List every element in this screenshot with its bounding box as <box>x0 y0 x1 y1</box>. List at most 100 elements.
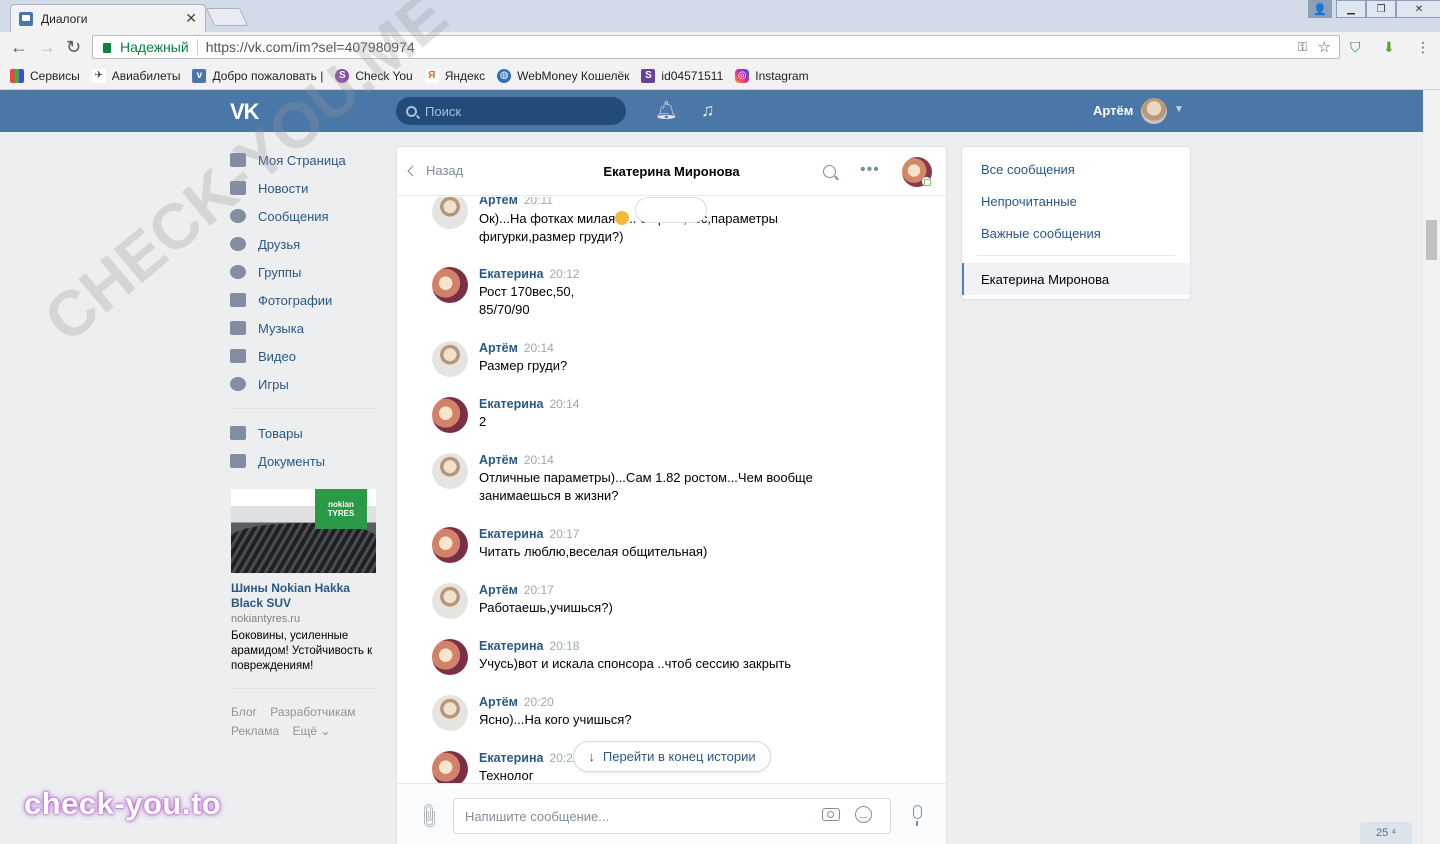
page-scrollbar[interactable] <box>1423 90 1440 844</box>
new-tab-button[interactable] <box>205 8 249 26</box>
message-avatar[interactable] <box>432 197 468 229</box>
sidebar-item-video[interactable]: Видео <box>230 342 376 370</box>
search-box[interactable] <box>396 97 626 125</box>
message-avatar[interactable] <box>432 639 468 675</box>
home-icon <box>230 153 246 167</box>
sidebar-item-news[interactable]: Новости <box>230 174 376 202</box>
close-window-button[interactable]: ✕ <box>1396 0 1440 18</box>
bookmark-instagram[interactable]: ◎ Instagram <box>735 68 809 83</box>
search-icon[interactable] <box>823 165 836 178</box>
message-author[interactable]: Екатерина <box>479 751 543 765</box>
message-author[interactable]: Екатерина <box>479 527 543 541</box>
bookmark-yandex[interactable]: Я Яндекс <box>424 68 485 83</box>
sidebar-item-photos[interactable]: Фотографии <box>230 286 376 314</box>
microphone-icon[interactable] <box>913 805 922 826</box>
message-avatar[interactable] <box>432 695 468 731</box>
forward-arrow-icon[interactable]: → <box>38 38 56 56</box>
minimize-button[interactable]: ▁ <box>1336 0 1366 18</box>
message-avatar[interactable] <box>432 267 468 303</box>
sidebar-ad[interactable]: nokian TYRES Шины Nokian Hakka Black SUV… <box>231 489 376 674</box>
bookmark-id[interactable]: S id04571511 <box>641 68 723 83</box>
more-dots-icon[interactable]: ••• <box>860 161 880 179</box>
camera-icon <box>230 293 246 307</box>
message-avatar[interactable] <box>432 527 468 563</box>
vk-messages-favicon-icon <box>19 11 33 26</box>
bookmark-services[interactable]: Сервисы <box>10 68 80 83</box>
browser-profile-icon[interactable]: 👤 <box>1308 0 1332 18</box>
sidebar-item-documents[interactable]: Документы <box>230 447 376 475</box>
footer-link-more[interactable]: Ещё ⌄ <box>292 724 330 738</box>
header-user-name[interactable]: Артём <box>1093 103 1133 118</box>
back-arrow-icon[interactable]: ← <box>10 38 28 56</box>
message-avatar[interactable] <box>432 341 468 377</box>
filter-divider <box>977 255 1175 256</box>
bookmark-star-icon[interactable]: ☆ <box>1318 38 1331 56</box>
jump-to-end-button[interactable]: ↓ Перейти в конец истории <box>573 741 771 772</box>
key-icon[interactable]: ⚿ <box>1298 40 1307 55</box>
filter-all-messages[interactable]: Все сообщения <box>981 162 1075 177</box>
sidebar-item-groups[interactable]: Группы <box>230 258 376 286</box>
filter-unread[interactable]: Непрочитанные <box>981 194 1077 209</box>
message-author[interactable]: Екатерина <box>479 639 543 653</box>
message-list[interactable]: Артём20:11 Ок)...На фотках милая.. бя ро… <box>397 197 946 783</box>
message-author[interactable]: Артём <box>479 197 518 207</box>
reload-icon[interactable]: ↻ <box>66 38 81 56</box>
camera-icon[interactable] <box>822 808 840 821</box>
sidebar-item-messages[interactable]: Сообщения <box>230 202 376 230</box>
chevron-down-icon[interactable]: ▼ <box>1174 104 1184 115</box>
lock-icon <box>103 43 111 53</box>
message-author[interactable]: Артём <box>479 453 518 467</box>
filter-important[interactable]: Важные сообщения <box>981 226 1101 241</box>
message-author[interactable]: Артём <box>479 695 518 709</box>
maximize-button[interactable]: ❐ <box>1366 0 1396 18</box>
s-icon: S <box>641 68 656 83</box>
message-author[interactable]: Екатерина <box>479 267 543 281</box>
header-avatar[interactable] <box>1141 98 1167 124</box>
message-time: 20:14 <box>549 397 580 411</box>
vk-icon: v <box>192 68 207 83</box>
message-time: 20:18 <box>549 639 580 653</box>
bell-icon[interactable]: 🔔︎ <box>655 100 678 121</box>
active-conversation-item[interactable]: Екатерина Миронова <box>962 263 1190 295</box>
vk-logo[interactable]: VK <box>230 99 260 125</box>
address-bar[interactable]: Надежный https://vk.com/im?sel=407980974… <box>92 35 1340 59</box>
browser-menu-icon[interactable]: ⋮ <box>1416 39 1430 56</box>
sidebar-item-my-page[interactable]: Моя Страница <box>230 146 376 174</box>
webmoney-globe-icon: ◍ <box>497 68 512 83</box>
sidebar-item-music[interactable]: Музыка <box>230 314 376 342</box>
sidebar-item-goods[interactable]: Товары <box>230 419 376 447</box>
music-note-icon <box>230 321 246 335</box>
notifications-counter[interactable]: 25 ⁴ <box>1360 822 1412 844</box>
download-extension-icon[interactable]: ⬇ <box>1383 39 1395 56</box>
paperclip-icon[interactable]: 📎︎ <box>413 801 444 832</box>
footer-link-ads[interactable]: Реклама <box>231 724 279 738</box>
sidebar-item-games[interactable]: Игры <box>230 370 376 398</box>
message-input[interactable] <box>465 808 795 824</box>
bookmark-webmoney[interactable]: ◍ WebMoney Кошелёк <box>497 68 629 83</box>
message-avatar[interactable] <box>432 751 468 783</box>
message-author[interactable]: Артём <box>479 341 518 355</box>
footer-link-blog[interactable]: Блог <box>231 705 257 719</box>
shield-extension-icon[interactable]: ⛉ <box>1350 39 1361 56</box>
sidebar-item-friends[interactable]: Друзья <box>230 230 376 258</box>
message-author[interactable]: Екатерина <box>479 397 543 411</box>
ad-title[interactable]: Шины Nokian Hakka Black SUV <box>231 581 376 611</box>
tab-close-icon[interactable]: ✕ <box>185 10 197 27</box>
bookmark-checkyou[interactable]: S Check You <box>335 68 413 83</box>
message-avatar[interactable] <box>432 583 468 619</box>
emoji-smile-icon[interactable]: ‿ <box>855 806 872 823</box>
message-text: Учусь)вот и искала спонсора ..чтоб сесси… <box>479 656 792 671</box>
search-input[interactable] <box>425 103 605 119</box>
message-text: Размер груди? <box>479 358 568 373</box>
message-avatar[interactable] <box>432 397 468 433</box>
message-author[interactable]: Артём <box>479 583 518 597</box>
footer-link-developers[interactable]: Разработчикам <box>270 705 355 719</box>
message-avatar[interactable] <box>432 453 468 489</box>
browser-tab[interactable]: Диалоги ✕ <box>10 4 206 32</box>
bookmark-welcome[interactable]: v Добро пожаловать | <box>192 68 323 83</box>
music-note-icon[interactable]: ♫ <box>701 100 715 121</box>
message-composer: 📎︎ ‿ <box>397 783 946 844</box>
scrollbar-thumb[interactable] <box>1426 220 1437 260</box>
bookmark-flights[interactable]: ✈ Авиабилеты <box>91 68 180 83</box>
ad-image-tyre[interactable]: nokian TYRES <box>231 489 376 573</box>
